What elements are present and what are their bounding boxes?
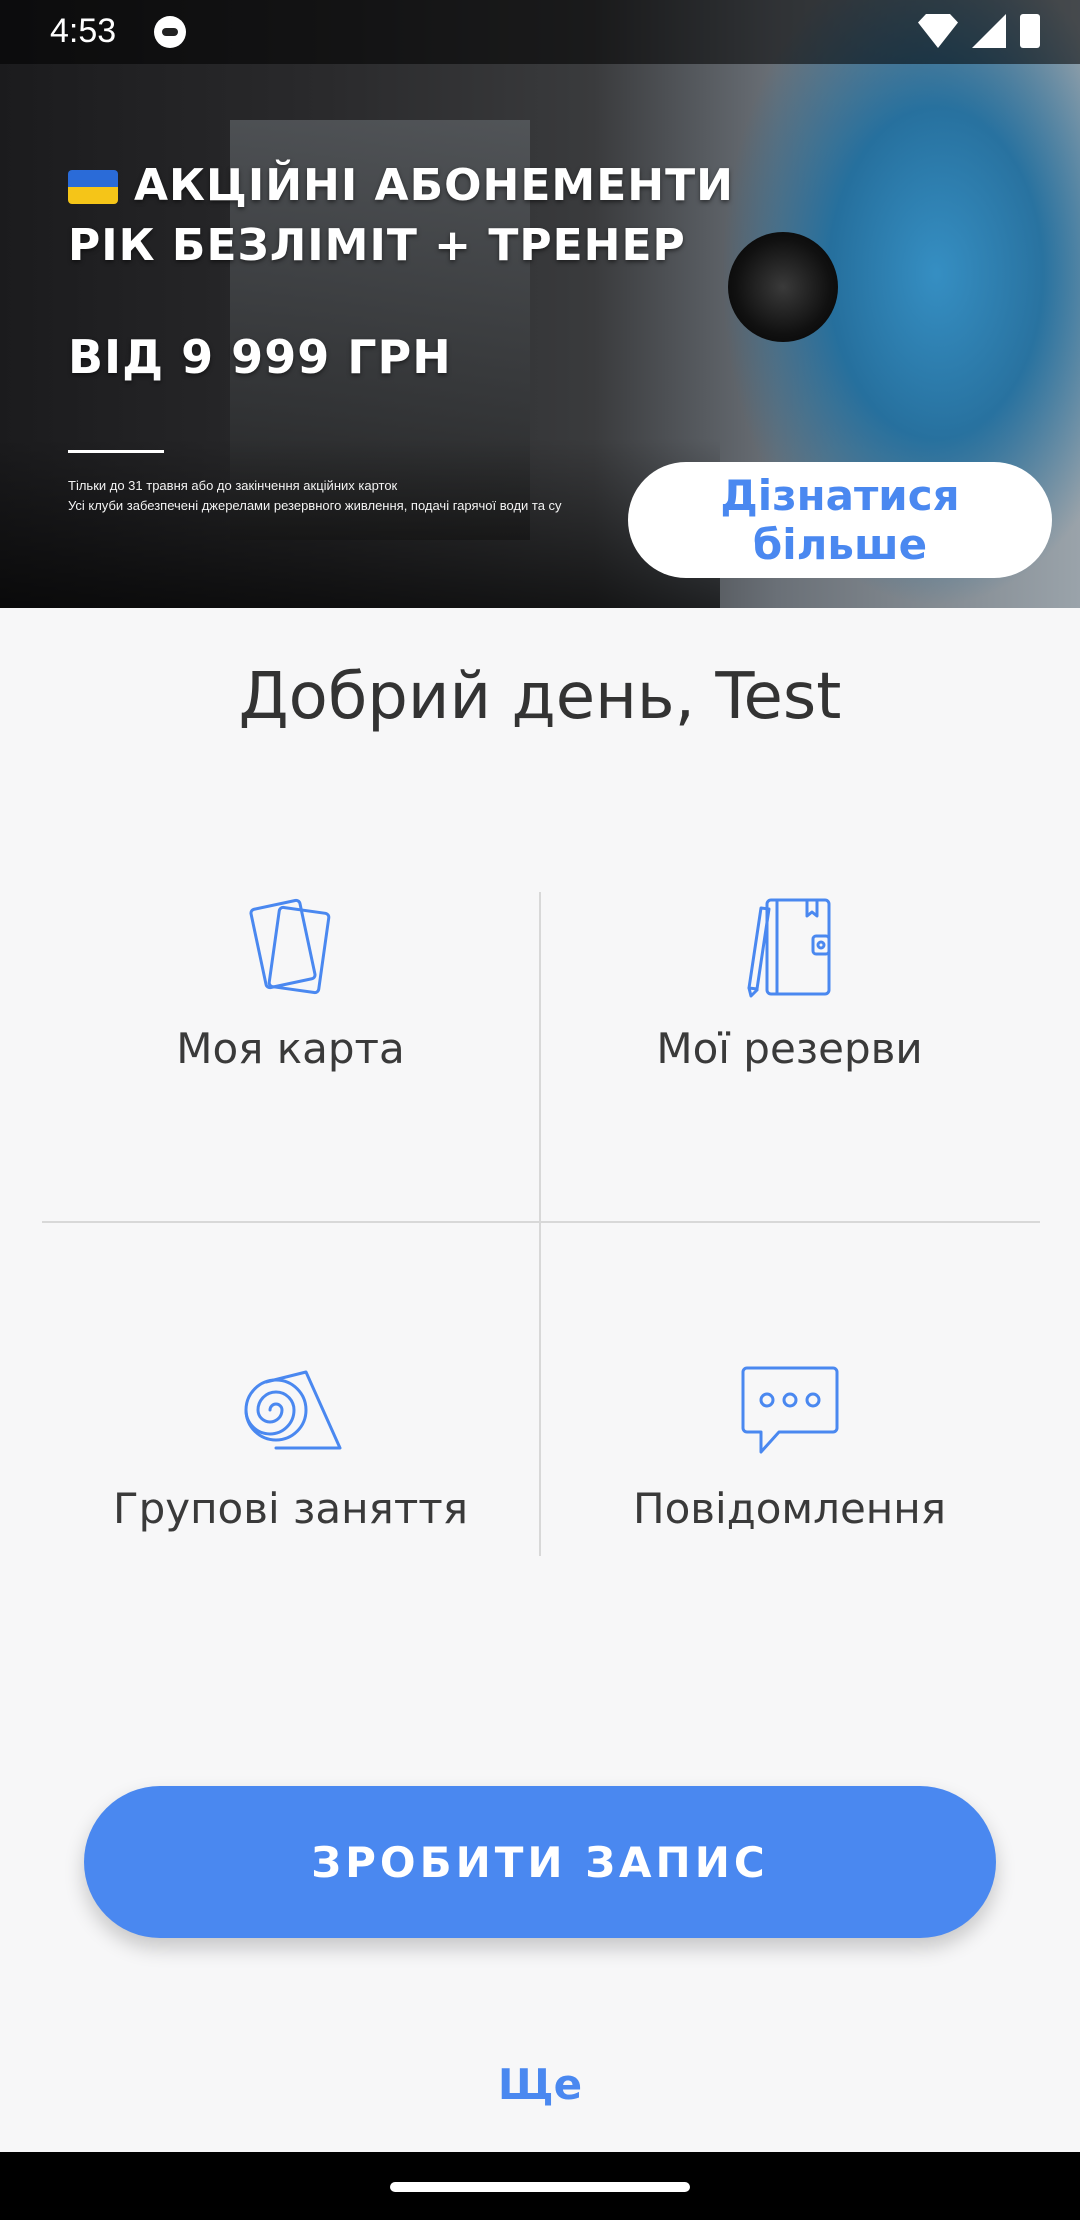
system-navigation-bar: [0, 2152, 1080, 2220]
more-link[interactable]: Ще: [0, 2060, 1080, 2109]
promo-subheadline: РІК БЕЗЛІМІТ + ТРЕНЕР: [68, 220, 686, 271]
tile-group-classes-label: Групові заняття: [112, 1484, 469, 1533]
promo-price: ВІД 9 999 ГРН: [68, 330, 452, 384]
tile-my-reservations[interactable]: Мої резерви: [541, 892, 1038, 1221]
tile-my-card-label: Моя карта: [176, 1024, 405, 1073]
grid-divider-horizontal: [42, 1221, 1040, 1223]
learn-more-button[interactable]: Дізнатися більше: [628, 462, 1052, 578]
make-booking-button[interactable]: ЗРОБИТИ ЗАПИС: [84, 1786, 996, 1938]
battery-icon: [1020, 14, 1040, 48]
notebook-icon: [747, 898, 830, 998]
promo-banner[interactable]: АКЦІЙНІ АБОНЕМЕНТИ РІК БЕЗЛІМІТ + ТРЕНЕР…: [0, 0, 1080, 608]
greeting-title: Добрий день, Test: [238, 660, 842, 734]
chat-icon: [741, 1366, 838, 1454]
dumbbell-image: [728, 232, 838, 342]
banner-background-shade: [0, 438, 720, 608]
status-icons: [918, 14, 1040, 48]
signal-icon: [972, 14, 1006, 48]
tile-messages[interactable]: Повідомлення: [541, 1352, 1038, 1556]
ukraine-flag-icon: [68, 170, 118, 204]
home-gesture-handle[interactable]: [390, 2182, 690, 2192]
notification-cat-icon: [154, 16, 186, 48]
promo-headline: АКЦІЙНІ АБОНЕМЕНТИ: [134, 160, 734, 211]
menu-grid: Моя карта Мої резерви Групові заняття По…: [42, 892, 1040, 1556]
tile-my-reservations-label: Мої резерви: [656, 1024, 923, 1073]
status-bar: 4:53: [0, 0, 1080, 64]
promo-divider: [68, 450, 164, 453]
promo-note-1: Тільки до 31 травня або до закінчення ак…: [68, 478, 398, 493]
tile-my-card[interactable]: Моя карта: [42, 892, 539, 1221]
cards-icon: [248, 898, 330, 995]
status-time: 4:53: [50, 12, 117, 50]
tile-group-classes[interactable]: Групові заняття: [42, 1352, 539, 1556]
promo-note-2: Усі клуби забезпечені джерелами резервно…: [68, 498, 562, 513]
wifi-icon: [918, 14, 958, 48]
tile-messages-label: Повідомлення: [633, 1484, 946, 1533]
yoga-mat-icon: [244, 1370, 341, 1450]
